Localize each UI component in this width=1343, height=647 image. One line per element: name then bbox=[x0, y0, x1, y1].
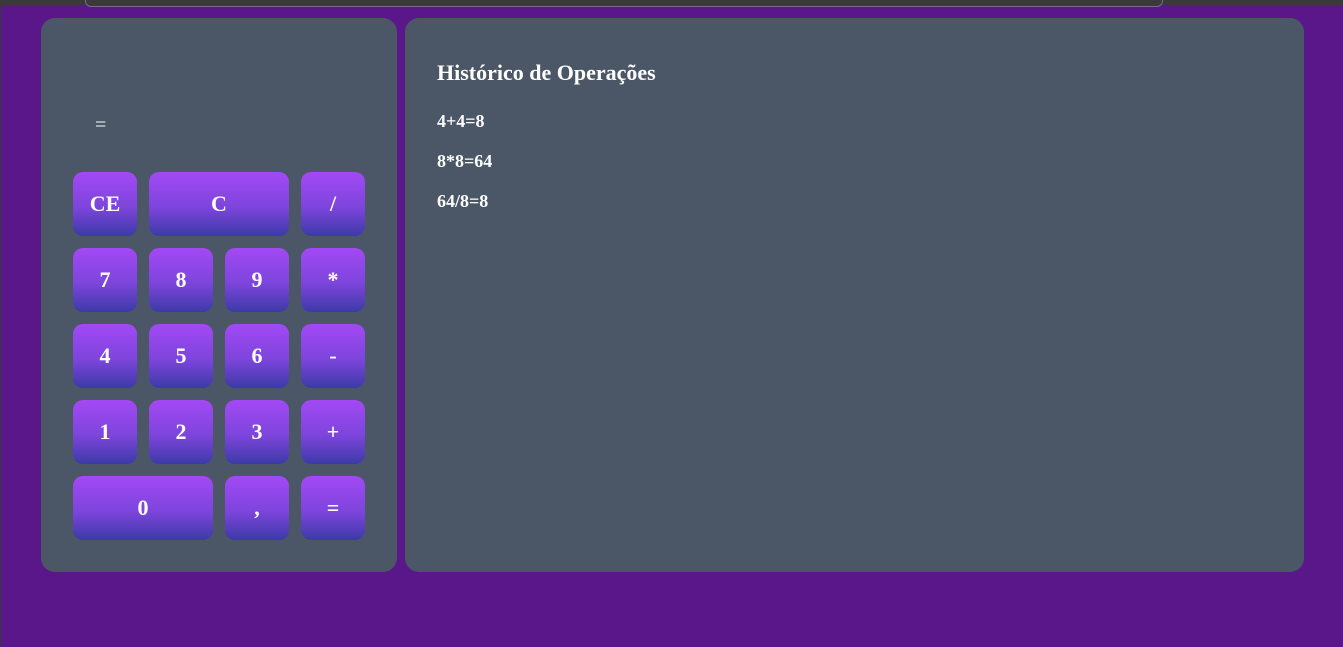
digit-3-button[interactable]: 3 bbox=[225, 400, 289, 464]
digit-9-button[interactable]: 9 bbox=[225, 248, 289, 312]
history-item: 64/8=8 bbox=[437, 191, 489, 211]
page-background: = CE C / 7 8 9 * 4 5 6 - 1 2 3 + 0 , = H… bbox=[1, 0, 1343, 647]
clear-button[interactable]: C bbox=[149, 172, 289, 236]
comma-button[interactable]: , bbox=[225, 476, 289, 540]
digit-6-button[interactable]: 6 bbox=[225, 324, 289, 388]
history-item: 8*8=64 bbox=[437, 151, 493, 171]
plus-button[interactable]: + bbox=[301, 400, 365, 464]
minus-button[interactable]: - bbox=[301, 324, 365, 388]
history-title: Histórico de Operações bbox=[437, 60, 656, 85]
digit-7-button[interactable]: 7 bbox=[73, 248, 137, 312]
digit-8-button[interactable]: 8 bbox=[149, 248, 213, 312]
ce-button[interactable]: CE bbox=[73, 172, 137, 236]
digit-5-button[interactable]: 5 bbox=[149, 324, 213, 388]
digit-2-button[interactable]: 2 bbox=[149, 400, 213, 464]
browser-bar-edge bbox=[85, 0, 1163, 7]
digit-1-button[interactable]: 1 bbox=[73, 400, 137, 464]
divide-button[interactable]: / bbox=[301, 172, 365, 236]
calculator-panel: = CE C / 7 8 9 * 4 5 6 - 1 2 3 + 0 , = bbox=[41, 18, 397, 572]
equals-button[interactable]: = bbox=[301, 476, 365, 540]
digit-0-button[interactable]: 0 bbox=[73, 476, 213, 540]
multiply-button[interactable]: * bbox=[301, 248, 365, 312]
digit-4-button[interactable]: 4 bbox=[73, 324, 137, 388]
history-panel: Histórico de Operações 4+4=8 8*8=64 64/8… bbox=[405, 18, 1304, 572]
calculator-display: = bbox=[95, 114, 107, 136]
history-item: 4+4=8 bbox=[437, 111, 485, 131]
